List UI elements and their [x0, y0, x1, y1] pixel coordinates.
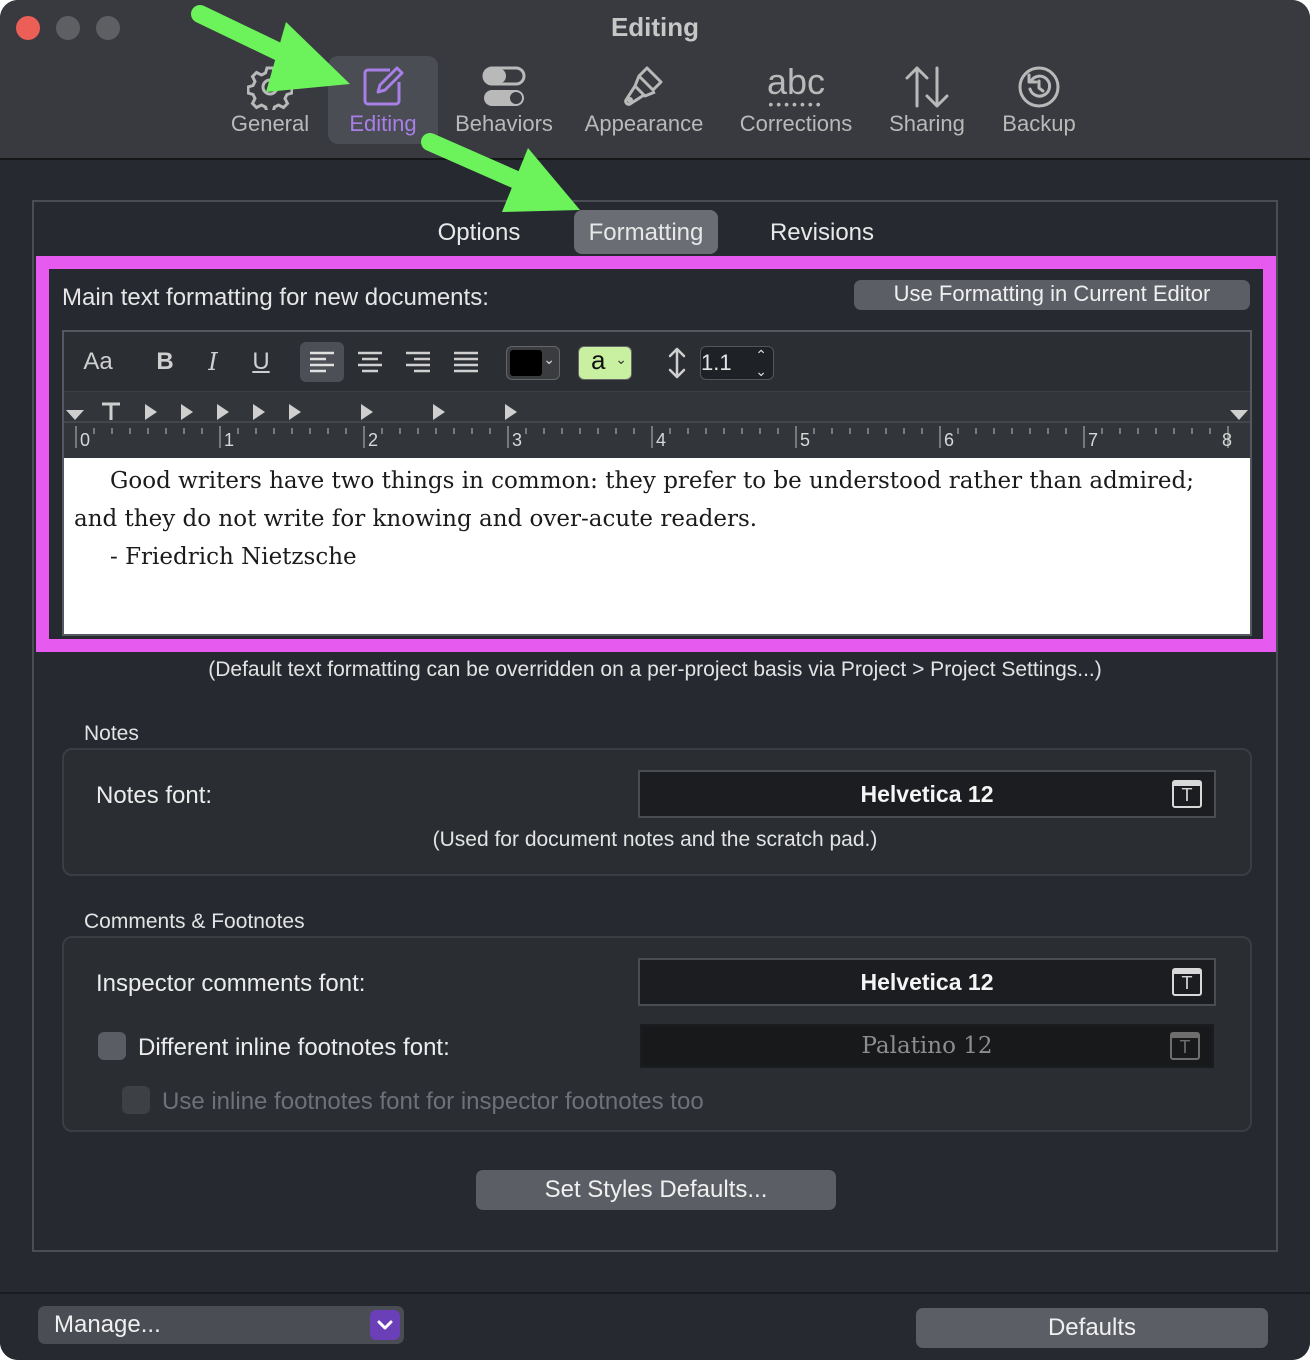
notes-font-label: Notes font:	[96, 782, 213, 809]
edit-icon	[328, 64, 438, 110]
chevron-down-icon: ⌄	[543, 351, 555, 367]
align-left-button[interactable]	[300, 342, 344, 382]
toolbar: Editing General Editing Behaviors Appear…	[0, 0, 1310, 160]
inline-footnotes-checkbox[interactable]	[98, 1032, 126, 1060]
stepper-icon[interactable]: ⌃ ⌄	[755, 347, 767, 379]
highlight-color-picker[interactable]: a ⌄	[578, 345, 632, 380]
font-panel-icon: T	[1170, 1032, 1200, 1060]
tab-stop-marker[interactable]	[181, 404, 193, 420]
footer-bar: Manage... Defaults	[0, 1292, 1310, 1360]
use-formatting-button[interactable]: Use Formatting in Current Editor	[854, 280, 1250, 310]
comments-section-label: Comments & Footnotes	[84, 910, 305, 933]
fonts-button[interactable]: Aa	[76, 342, 120, 382]
text-color-swatch	[510, 350, 542, 376]
segmented-tabs: Options Formatting Revisions	[0, 210, 1310, 254]
manage-popup-button[interactable]: Manage...	[38, 1306, 404, 1344]
notes-section-label: Notes	[84, 722, 139, 745]
ruler-number: 3	[512, 430, 523, 450]
sync-arrows-icon	[880, 64, 974, 110]
toolbar-item-general[interactable]: General	[220, 56, 320, 144]
inspector-comments-font-field[interactable]: Helvetica 12 T	[638, 958, 1216, 1006]
abc-spelling-icon: abc •••••••	[766, 61, 826, 112]
text-color-picker[interactable]: ⌄	[506, 346, 560, 380]
first-line-indent-marker[interactable]	[102, 402, 120, 420]
tab-stop-marker[interactable]	[433, 404, 445, 420]
tab-stop-marker[interactable]	[289, 404, 301, 420]
align-center-icon	[358, 351, 382, 373]
left-indent-marker[interactable]	[66, 410, 84, 420]
notes-font-field[interactable]: Helvetica 12 T	[638, 770, 1216, 818]
bold-button[interactable]: B	[144, 342, 186, 382]
toolbar-item-corrections[interactable]: abc ••••••• Corrections	[730, 56, 862, 144]
ruler-number: 2	[368, 430, 379, 450]
ruler-number: 8	[1222, 430, 1233, 450]
notes-caption: (Used for document notes and the scratch…	[432, 828, 878, 851]
chevron-down-icon: ⌄	[615, 351, 627, 367]
format-editor: Aa B I U ⌄ a ⌄ 1.1 ⌃ ⌄ 0 1 2 3 4 5 6 7 8…	[62, 330, 1252, 636]
align-right-icon	[406, 351, 430, 373]
toolbar-item-backup[interactable]: Backup	[994, 56, 1084, 144]
toggles-icon	[448, 64, 560, 110]
toolbar-item-sharing[interactable]: Sharing	[880, 56, 974, 144]
inline-footnotes-font-field: Palatino 12 T	[640, 1024, 1214, 1068]
inspector-comments-font-label: Inspector comments font:	[96, 970, 366, 997]
gear-icon	[220, 64, 320, 110]
sample-text-area[interactable]: Good writers have two things in common: …	[64, 458, 1250, 634]
sample-attribution: - Friedrich Nietzsche	[110, 544, 357, 570]
ruler-number: 0	[80, 430, 91, 450]
tab-stop-marker[interactable]	[145, 404, 157, 420]
font-panel-icon[interactable]: T	[1172, 780, 1202, 808]
tab-stop-marker[interactable]	[217, 404, 229, 420]
tab-stop-marker[interactable]	[505, 404, 517, 420]
tab-options[interactable]: Options	[424, 210, 534, 254]
format-bar: Aa B I U ⌄ a ⌄ 1.1 ⌃ ⌄	[64, 332, 1250, 392]
backup-clock-icon	[994, 64, 1084, 110]
font-panel-icon[interactable]: T	[1172, 968, 1202, 996]
ruler-number: 7	[1088, 430, 1099, 450]
toolbar-label: Appearance	[584, 111, 704, 136]
italic-button[interactable]: I	[192, 342, 234, 382]
inspector-footnotes-label: Use inline footnotes font for inspector …	[162, 1088, 704, 1115]
window-title: Editing	[610, 12, 700, 42]
toolbar-label: Corrections	[739, 111, 853, 136]
defaults-button[interactable]: Defaults	[916, 1308, 1268, 1348]
toolbar-label: Behaviors	[455, 111, 553, 136]
tab-revisions[interactable]: Revisions	[760, 210, 884, 254]
sample-quote: Good writers have two things in common: …	[74, 468, 1194, 532]
toolbar-item-editing[interactable]: Editing	[328, 56, 438, 144]
default-formatting-note: (Default text formatting can be overridd…	[208, 658, 1102, 681]
align-justify-button[interactable]	[444, 342, 488, 382]
align-center-button[interactable]	[348, 342, 392, 382]
ruler-number: 1	[224, 430, 235, 450]
underline-button[interactable]: U	[240, 342, 282, 382]
align-justify-icon	[454, 351, 478, 373]
ruler-number: 5	[800, 430, 811, 450]
align-left-icon	[310, 351, 334, 373]
tab-formatting[interactable]: Formatting	[574, 210, 718, 254]
toolbar-label: General	[230, 111, 310, 136]
ruler-number: 6	[944, 430, 955, 450]
line-spacing-icon	[666, 346, 688, 380]
align-right-button[interactable]	[396, 342, 440, 382]
inspector-footnotes-checkbox	[122, 1086, 150, 1114]
chevron-down-icon	[370, 1310, 400, 1340]
toolbar-item-behaviors[interactable]: Behaviors	[448, 56, 560, 144]
ruler-number: 4	[656, 430, 667, 450]
preferences-window: Editing General Editing Behaviors Appear…	[0, 0, 1310, 1360]
ruler[interactable]: 0 1 2 3 4 5 6 7 8	[64, 392, 1250, 458]
toolbar-label: Backup	[1002, 111, 1076, 136]
toolbar-label: Editing	[349, 111, 417, 136]
toolbar-item-appearance[interactable]: Appearance	[576, 56, 712, 144]
tab-stop-marker[interactable]	[253, 404, 265, 420]
set-styles-defaults-button[interactable]: Set Styles Defaults...	[476, 1170, 836, 1210]
right-indent-marker[interactable]	[1230, 410, 1248, 420]
formatting-title: Main text formatting for new documents:	[62, 284, 489, 311]
line-spacing-field[interactable]: 1.1 ⌃ ⌄	[700, 346, 774, 380]
tab-stop-marker[interactable]	[361, 404, 373, 420]
inline-footnotes-label: Different inline footnotes font:	[138, 1034, 450, 1061]
paintbrush-icon	[576, 64, 712, 110]
toolbar-label: Sharing	[889, 111, 965, 136]
